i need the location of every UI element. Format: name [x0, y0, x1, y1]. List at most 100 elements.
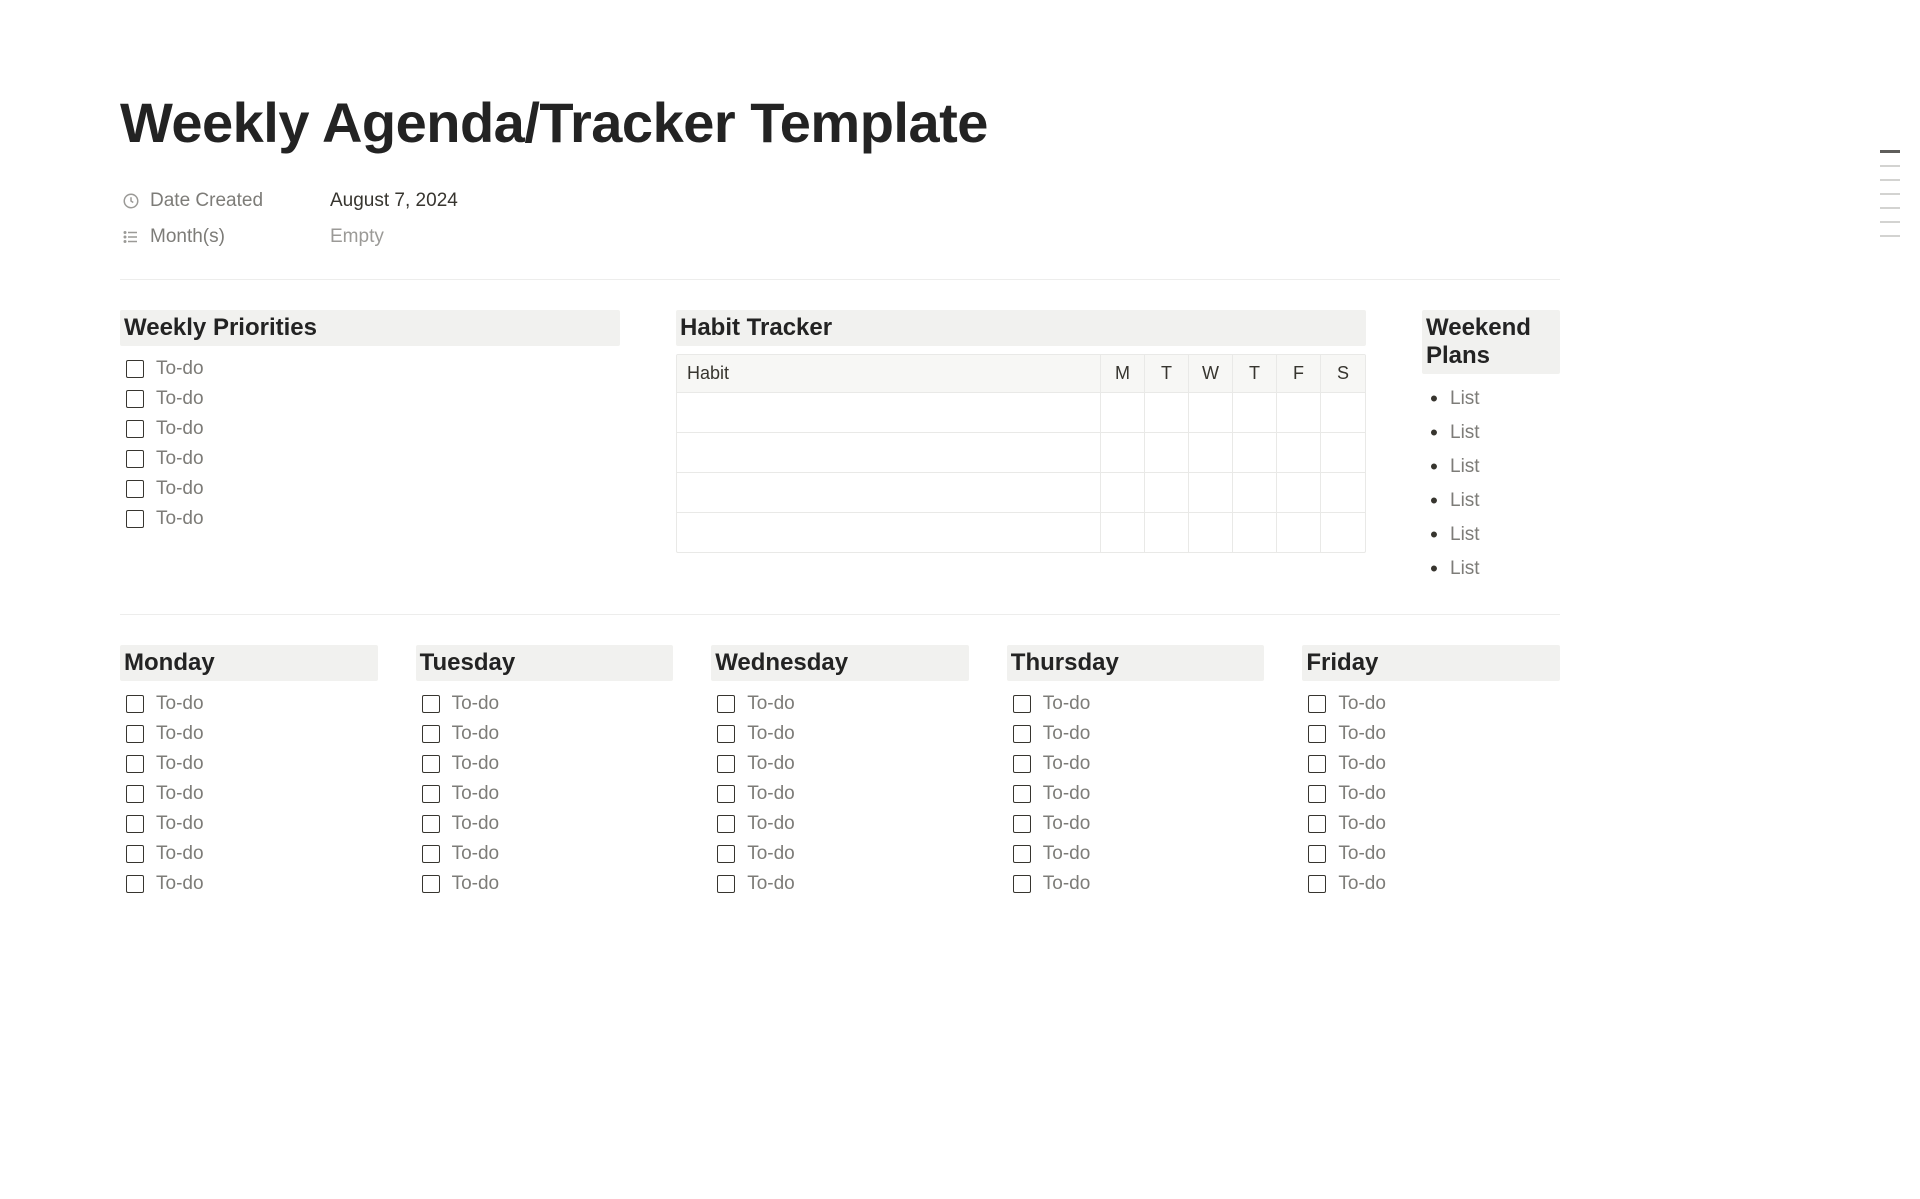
- todo-label[interactable]: To-do: [156, 388, 204, 410]
- todo-item[interactable]: To-do: [416, 809, 674, 839]
- todo-item[interactable]: To-do: [711, 839, 969, 869]
- todo-item[interactable]: To-do: [120, 414, 620, 444]
- heading-habit-tracker[interactable]: Habit Tracker: [676, 310, 1366, 346]
- todo-label[interactable]: To-do: [747, 873, 795, 895]
- todo-item[interactable]: To-do: [120, 474, 620, 504]
- habit-cell[interactable]: [1101, 473, 1145, 512]
- checkbox-icon[interactable]: [1013, 695, 1031, 713]
- todo-item[interactable]: To-do: [1302, 809, 1560, 839]
- heading-thursday[interactable]: Thursday: [1007, 645, 1265, 681]
- checkbox-icon[interactable]: [126, 725, 144, 743]
- todo-label[interactable]: To-do: [156, 478, 204, 500]
- outline-item[interactable]: [1880, 193, 1900, 195]
- list-item[interactable]: List: [1422, 552, 1560, 586]
- outline-item[interactable]: [1880, 165, 1900, 167]
- todo-label[interactable]: To-do: [1043, 693, 1091, 715]
- list-item[interactable]: List: [1422, 382, 1560, 416]
- checkbox-icon[interactable]: [717, 815, 735, 833]
- checkbox-icon[interactable]: [422, 785, 440, 803]
- page-title[interactable]: Weekly Agenda/Tracker Template: [120, 90, 1560, 155]
- checkbox-icon[interactable]: [1013, 785, 1031, 803]
- todo-item[interactable]: To-do: [120, 839, 378, 869]
- list-item-label[interactable]: List: [1450, 422, 1480, 444]
- todo-item[interactable]: To-do: [1302, 839, 1560, 869]
- habit-cell[interactable]: [1189, 513, 1233, 552]
- todo-label[interactable]: To-do: [747, 783, 795, 805]
- prop-months[interactable]: Month(s) Empty: [120, 219, 1560, 255]
- prop-date-created[interactable]: Date Created August 7, 2024: [120, 183, 1560, 219]
- todo-item[interactable]: To-do: [711, 869, 969, 899]
- todo-label[interactable]: To-do: [452, 873, 500, 895]
- todo-item[interactable]: To-do: [1302, 779, 1560, 809]
- table-row[interactable]: [677, 472, 1365, 512]
- habit-cell[interactable]: [1145, 513, 1189, 552]
- todo-item[interactable]: To-do: [1007, 719, 1265, 749]
- habit-cell[interactable]: [1101, 513, 1145, 552]
- habit-table[interactable]: HabitMTWTFS: [676, 354, 1366, 553]
- todo-label[interactable]: To-do: [747, 723, 795, 745]
- todo-label[interactable]: To-do: [156, 358, 204, 380]
- todo-item[interactable]: To-do: [120, 384, 620, 414]
- habit-cell[interactable]: [677, 513, 1101, 552]
- todo-label[interactable]: To-do: [156, 723, 204, 745]
- list-item-label[interactable]: List: [1450, 558, 1480, 580]
- table-row[interactable]: [677, 512, 1365, 552]
- todo-label[interactable]: To-do: [452, 723, 500, 745]
- todo-item[interactable]: To-do: [1302, 719, 1560, 749]
- checkbox-icon[interactable]: [126, 755, 144, 773]
- todo-label[interactable]: To-do: [1338, 843, 1386, 865]
- checkbox-icon[interactable]: [1013, 725, 1031, 743]
- checkbox-icon[interactable]: [1013, 875, 1031, 893]
- checkbox-icon[interactable]: [126, 845, 144, 863]
- todo-item[interactable]: To-do: [1007, 749, 1265, 779]
- habit-cell[interactable]: [1233, 513, 1277, 552]
- checkbox-icon[interactable]: [1013, 815, 1031, 833]
- todo-item[interactable]: To-do: [1007, 839, 1265, 869]
- todo-item[interactable]: To-do: [120, 689, 378, 719]
- checkbox-icon[interactable]: [1308, 785, 1326, 803]
- checkbox-icon[interactable]: [422, 875, 440, 893]
- checkbox-icon[interactable]: [1013, 845, 1031, 863]
- checkbox-icon[interactable]: [1308, 755, 1326, 773]
- todo-label[interactable]: To-do: [156, 693, 204, 715]
- habit-cell[interactable]: [677, 473, 1101, 512]
- todo-item[interactable]: To-do: [416, 749, 674, 779]
- todo-label[interactable]: To-do: [747, 693, 795, 715]
- todo-label[interactable]: To-do: [1338, 723, 1386, 745]
- todo-item[interactable]: To-do: [711, 719, 969, 749]
- table-row[interactable]: [677, 392, 1365, 432]
- habit-cell[interactable]: [677, 393, 1101, 432]
- todo-label[interactable]: To-do: [156, 753, 204, 775]
- habit-cell[interactable]: [677, 433, 1101, 472]
- todo-label[interactable]: To-do: [156, 418, 204, 440]
- todo-item[interactable]: To-do: [711, 779, 969, 809]
- list-item[interactable]: List: [1422, 518, 1560, 552]
- habit-cell[interactable]: [1189, 473, 1233, 512]
- habit-cell[interactable]: [1277, 513, 1321, 552]
- habit-cell[interactable]: [1233, 433, 1277, 472]
- list-item[interactable]: List: [1422, 416, 1560, 450]
- outline-item[interactable]: [1880, 150, 1900, 153]
- todo-item[interactable]: To-do: [1302, 749, 1560, 779]
- checkbox-icon[interactable]: [126, 510, 144, 528]
- todo-item[interactable]: To-do: [416, 689, 674, 719]
- todo-item[interactable]: To-do: [120, 779, 378, 809]
- checkbox-icon[interactable]: [422, 695, 440, 713]
- checkbox-icon[interactable]: [1013, 755, 1031, 773]
- checkbox-icon[interactable]: [422, 815, 440, 833]
- todo-label[interactable]: To-do: [747, 843, 795, 865]
- todo-label[interactable]: To-do: [156, 783, 204, 805]
- todo-label[interactable]: To-do: [1043, 813, 1091, 835]
- checkbox-icon[interactable]: [1308, 875, 1326, 893]
- list-item-label[interactable]: List: [1450, 388, 1480, 410]
- habit-cell[interactable]: [1277, 433, 1321, 472]
- list-item-label[interactable]: List: [1450, 524, 1480, 546]
- heading-wednesday[interactable]: Wednesday: [711, 645, 969, 681]
- habit-cell[interactable]: [1277, 473, 1321, 512]
- outline-item[interactable]: [1880, 235, 1900, 237]
- checkbox-icon[interactable]: [1308, 725, 1326, 743]
- todo-item[interactable]: To-do: [416, 719, 674, 749]
- todo-label[interactable]: To-do: [1043, 723, 1091, 745]
- outline-item[interactable]: [1880, 207, 1900, 209]
- todo-item[interactable]: To-do: [120, 869, 378, 899]
